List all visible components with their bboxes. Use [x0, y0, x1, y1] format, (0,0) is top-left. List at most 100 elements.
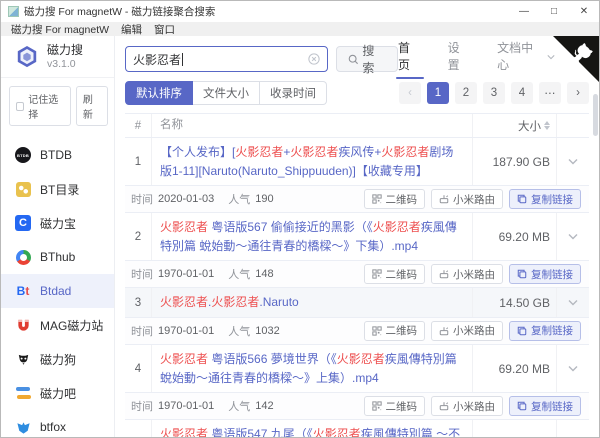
sidebar-item-btdb[interactable]: BTDB BTDB — [1, 138, 114, 172]
torrent-name-link[interactable]: 火影忍者.火影忍者.Naruto — [160, 295, 299, 309]
result-row[interactable]: 5 火影忍者 粤语版547 九尾（《火影忍者疾風傳特別篇 ～不變的意志・心動之時… — [125, 420, 589, 438]
table-header: # 名称 大小 — [125, 114, 589, 138]
expand-chevron-icon[interactable] — [557, 138, 589, 185]
page-prev-button[interactable]: ‹ — [399, 82, 421, 104]
torrent-name-link[interactable]: 火影忍者 粤语版566 夢境世界（《火影忍者疾風傳特別篇 蛻始動～通往青春的橋樑… — [160, 352, 457, 385]
torrent-name-link[interactable]: 火影忍者 粤语版547 九尾（《火影忍者疾風傳特別篇 ～不變的意志・心動之時～》… — [160, 427, 460, 438]
result-row[interactable]: 2 火影忍者 粤语版567 偷偷接近的黑影（《火影忍者疾風傳特別篇 蛻始動～通往… — [125, 213, 589, 262]
sidebar-item-btdad[interactable]: Bt Btdad — [1, 274, 114, 308]
result-row[interactable]: 3 火影忍者.火影忍者.Naruto 14.50 GB — [125, 288, 589, 318]
nav-item-label: 首页 — [398, 41, 411, 72]
remember-choice-button[interactable]: 记住选择 — [9, 86, 71, 126]
app-brand: 磁力搜 v3.1.0 — [1, 36, 114, 78]
torrent-name-link[interactable]: 火影忍者 粤语版567 偷偷接近的黑影（《火影忍者疾風傳特別篇 蛻始動～通往青春… — [160, 220, 457, 253]
refresh-button[interactable]: 刷新 — [75, 86, 108, 126]
row-detail: 时间 1970-01-01 人气 148 二维码 小米路由 复制链接 — [125, 261, 589, 289]
nav-item-settings[interactable]: 设置 — [448, 39, 472, 79]
popularity-label: 人气 — [228, 269, 251, 282]
row-index: 1 — [125, 138, 152, 186]
tab-file-size[interactable]: 文件大小 — [193, 81, 260, 105]
torrent-size: 187.90 GB — [473, 138, 557, 186]
menu-item[interactable]: 编辑 — [115, 22, 148, 37]
xiaomi-router-button[interactable]: 小米路由 — [431, 396, 503, 417]
name-highlight: 火影忍者 — [290, 145, 339, 159]
sidebar-item-cilidog[interactable]: 磁力狗 — [1, 342, 114, 376]
page-ellipsis[interactable]: ⋯ — [539, 82, 561, 104]
octocat-icon — [553, 36, 599, 82]
text-caret — [182, 52, 184, 66]
sidebar-item-mag[interactable]: MAG磁力站 — [1, 308, 114, 342]
result-row[interactable]: 4 火影忍者 粤语版566 夢境世界（《火影忍者疾風傳特別篇 蛻始動～通往青春的… — [125, 344, 589, 394]
sidebar-item-cilibao[interactable]: C 磁力宝 — [1, 206, 114, 240]
header-expand-spacer — [557, 114, 589, 137]
nav-item-docs[interactable]: 文档中心 — [497, 39, 555, 79]
row-detail: 时间 2020-01-03 人气 190 二维码 小米路由 复制链接 — [125, 186, 589, 214]
header-name: 名称 — [152, 114, 473, 137]
sort-tabs: 默认排序 文件大小 收录时间 — [125, 81, 327, 105]
page-button-1[interactable]: 1 — [427, 82, 449, 104]
table-row: 5 火影忍者 粤语版547 九尾（《火影忍者疾風傳特別篇 ～不變的意志・心動之時… — [125, 420, 589, 438]
name-highlight: 火影忍者 — [312, 427, 361, 438]
expand-chevron-icon[interactable] — [557, 420, 589, 437]
time-value: 1970-01-01 — [158, 400, 215, 413]
qrcode-icon — [371, 326, 382, 336]
copy-link-button[interactable]: 复制链接 — [509, 396, 581, 417]
qrcode-icon — [371, 401, 382, 411]
github-ribbon[interactable] — [553, 36, 599, 82]
bthub-icon — [15, 249, 31, 265]
app-version: v3.1.0 — [47, 58, 76, 70]
maximize-button[interactable]: □ — [539, 1, 569, 22]
qrcode-button[interactable]: 二维码 — [363, 264, 425, 285]
torrent-name-link[interactable]: 【个人发布】[火影忍者+火影忍者疾风传+火影忍者剧场版1-11][Naruto(… — [160, 145, 453, 178]
menu-item[interactable]: 窗口 — [148, 22, 181, 37]
results-table: # 名称 大小 1 【个人发布】[火影忍者+火影忍者疾风传+火影忍者剧场版1-1… — [125, 113, 589, 438]
sidebar-item-label: BThub — [40, 250, 76, 264]
qrcode-button[interactable]: 二维码 — [363, 320, 425, 341]
table-row: 3 火影忍者.火影忍者.Naruto 14.50 GB 时间 1970-01-0… — [125, 288, 589, 345]
menubar: 磁力搜 For magnetW 编辑 窗口 — [1, 22, 599, 36]
page-button-2[interactable]: 2 — [455, 82, 477, 104]
minimize-button[interactable]: — — [509, 1, 539, 22]
sidebar-item-btfox[interactable]: btfox — [1, 410, 114, 437]
app-window-icon — [8, 6, 19, 17]
sidebar-item-label: btfox — [40, 420, 67, 434]
qrcode-button[interactable]: 二维码 — [363, 189, 425, 210]
copy-link-button[interactable]: 复制链接 — [509, 264, 581, 285]
xiaomi-router-button[interactable]: 小米路由 — [431, 189, 503, 210]
expand-chevron-icon[interactable] — [557, 213, 589, 260]
popularity-value: 142 — [255, 400, 274, 413]
clear-input-icon[interactable] — [307, 53, 320, 65]
sort-caret-icon[interactable] — [544, 121, 550, 130]
copy-link-button[interactable]: 复制链接 — [509, 189, 581, 210]
copy-link-button[interactable]: 复制链接 — [509, 320, 581, 341]
menu-item[interactable]: 磁力搜 For magnetW — [5, 22, 115, 37]
expand-chevron-icon[interactable] — [557, 345, 589, 392]
torrent-size: 69.20 MB — [473, 344, 557, 393]
sidebar-item-ciliba[interactable]: 磁力吧 — [1, 376, 114, 410]
qrcode-button[interactable]: 二维码 — [363, 396, 425, 417]
tab-collect-time[interactable]: 收录时间 — [260, 81, 327, 105]
xiaomi-router-button[interactable]: 小米路由 — [431, 320, 503, 341]
sidebar-item-bthub[interactable]: BThub — [1, 240, 114, 274]
time-label: 时间 — [131, 194, 153, 207]
search-button-label: 搜索 — [362, 44, 375, 75]
nav-item-home[interactable]: 首页 — [396, 39, 424, 79]
copy-icon — [517, 401, 527, 411]
refresh-label: 刷新 — [82, 95, 93, 121]
result-row[interactable]: 1 【个人发布】[火影忍者+火影忍者疾风传+火影忍者剧场版1-11][Narut… — [125, 138, 589, 187]
close-button[interactable]: ✕ — [569, 1, 599, 22]
scrollbar-thumb[interactable] — [593, 94, 598, 136]
page-button-4[interactable]: 4 — [511, 82, 533, 104]
expand-chevron-icon[interactable] — [557, 288, 589, 317]
xiaomi-router-button[interactable]: 小米路由 — [431, 264, 503, 285]
search-button[interactable]: 搜索 — [335, 44, 399, 75]
search-input[interactable]: 火影忍者 — [125, 46, 328, 72]
header-size[interactable]: 大小 — [473, 114, 557, 137]
sidebar-item-btcatalog[interactable]: BT目录 — [1, 172, 114, 206]
page-button-3[interactable]: 3 — [483, 82, 505, 104]
tab-default-sort[interactable]: 默认排序 — [125, 81, 193, 105]
page-next-button[interactable]: › — [567, 82, 589, 104]
fox-icon — [15, 419, 31, 435]
name-highlight: 火影忍者 — [160, 295, 209, 310]
table-row: 4 火影忍者 粤语版566 夢境世界（《火影忍者疾風傳特別篇 蛻始動～通往青春的… — [125, 344, 589, 421]
